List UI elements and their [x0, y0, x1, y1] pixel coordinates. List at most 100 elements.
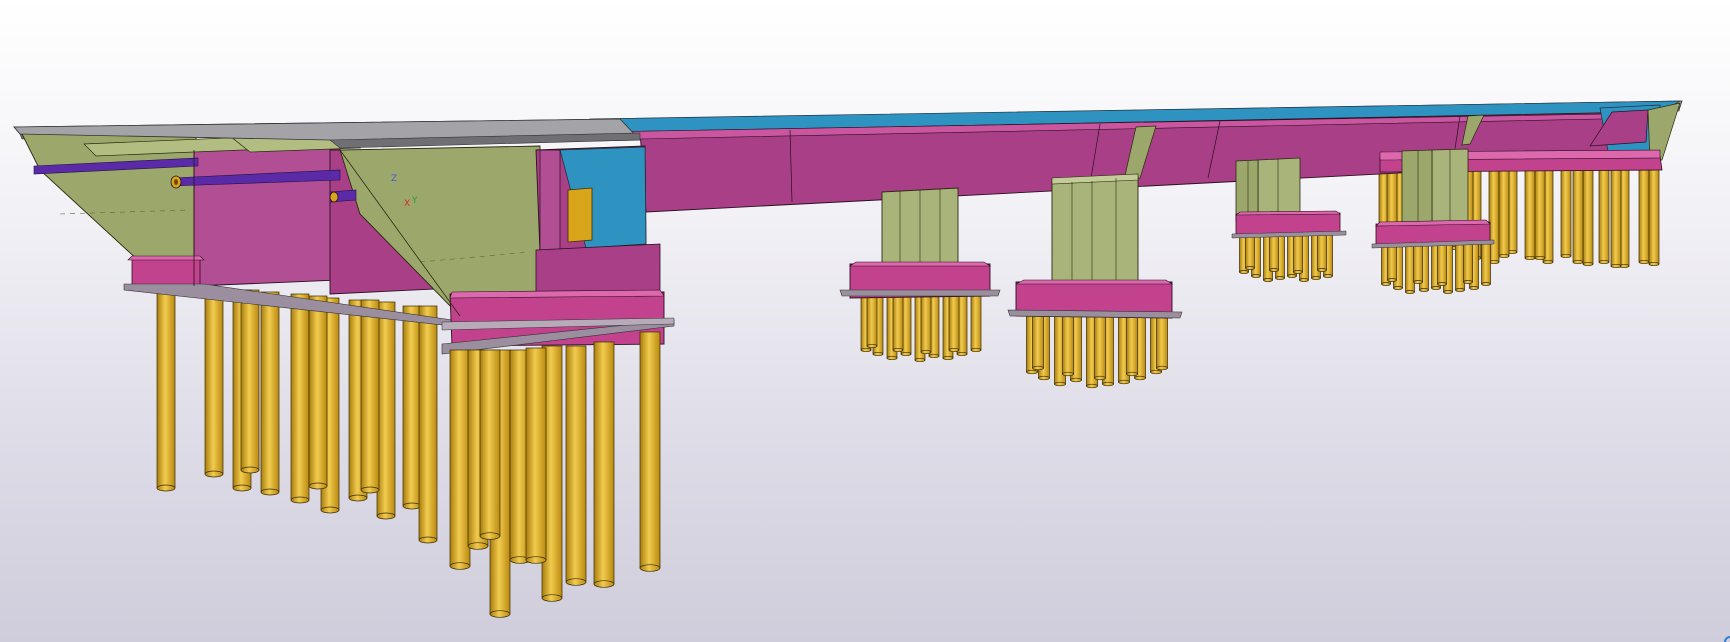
pile-tip [1323, 274, 1333, 278]
pile-tip [449, 562, 471, 570]
pile-tip [639, 564, 661, 572]
pile [1572, 161, 1584, 263]
pile-tip [1118, 379, 1130, 385]
pile-tip [467, 542, 489, 550]
pile-tip [418, 536, 438, 544]
pile [1126, 313, 1138, 375]
axis-y-label: Y [412, 196, 418, 206]
pile-tip [290, 496, 310, 504]
pile [308, 295, 328, 487]
pile-tip [1156, 365, 1168, 371]
pile-tip [1070, 377, 1082, 383]
pile-tip [970, 347, 982, 353]
pile-tip [593, 580, 615, 588]
pile-tip [1469, 286, 1479, 290]
pile [156, 285, 176, 489]
pile-tip [1317, 268, 1327, 272]
pile-tip [1463, 280, 1473, 284]
pile-tip [1239, 270, 1249, 274]
pile [1638, 163, 1650, 263]
pile [1463, 239, 1473, 283]
pile-tip [1498, 253, 1510, 259]
pile [970, 295, 982, 351]
pile-tip [1094, 375, 1106, 381]
pile-tip [1293, 270, 1303, 274]
pile-tip [1126, 371, 1138, 377]
pile-tip [479, 532, 501, 540]
pile-tip [956, 351, 968, 357]
pile-tip [1038, 375, 1050, 381]
pile-tip [1443, 290, 1453, 294]
pile-tip [1419, 288, 1429, 292]
pile [1534, 161, 1546, 259]
pile [1598, 165, 1610, 263]
pier-1[interactable] [839, 187, 1001, 299]
pile-tip [1610, 263, 1622, 269]
pile-tip [1275, 276, 1285, 280]
pile [866, 295, 878, 347]
pile [1094, 315, 1106, 379]
pile-tip [541, 594, 563, 602]
pile-tip [1582, 261, 1594, 267]
pier-4-piles [1381, 239, 1491, 294]
pier-3-piles [1239, 229, 1333, 282]
pile [948, 295, 960, 351]
pile-tip [1026, 369, 1038, 375]
pile-tip [1542, 259, 1554, 265]
pile-tip [1393, 286, 1403, 290]
pile-tip [1263, 278, 1273, 282]
pile [360, 299, 380, 491]
bridge-3d-model[interactable] [0, 0, 1730, 642]
pile [1498, 163, 1510, 257]
pile-tip [1534, 255, 1546, 261]
pier-2[interactable] [1007, 173, 1183, 319]
pile [376, 301, 396, 517]
pile [1413, 241, 1423, 283]
left-abutment-piles-front [449, 331, 661, 618]
pile-tip [1560, 253, 1572, 259]
pile-tip [920, 349, 932, 355]
pile-tip [1054, 381, 1066, 387]
pile-tip [900, 351, 912, 357]
pile [1524, 167, 1536, 259]
pile-tip [402, 502, 422, 510]
pier-2-piles [1026, 313, 1168, 389]
pile-tip [1311, 276, 1321, 280]
pier-1-piles [860, 295, 982, 363]
pile [1437, 239, 1447, 285]
pile [1560, 165, 1572, 257]
pile-tip [525, 556, 547, 564]
pile-tip [565, 578, 587, 586]
view-cube-icon[interactable] [1724, 636, 1730, 642]
pile-tip [1381, 282, 1391, 286]
pile [920, 295, 932, 353]
pile [1387, 241, 1397, 281]
pile-tip [1299, 278, 1309, 282]
pile-tip [156, 484, 176, 492]
pile [593, 341, 615, 585]
pile [1582, 165, 1594, 265]
pile-tip [1413, 280, 1423, 284]
pile-tip [240, 466, 260, 474]
pile-tip [232, 484, 252, 492]
model-viewport[interactable]: Z X Y [0, 0, 1730, 642]
pile-tip [1524, 255, 1536, 261]
pile-tip [1287, 274, 1297, 278]
pile-tip [308, 482, 328, 490]
axis-z-label: Z [391, 174, 398, 184]
pile-tip [860, 347, 872, 353]
pile-tip [914, 357, 926, 363]
pile-tip [1572, 259, 1584, 265]
pile-tip [360, 486, 380, 494]
pile [639, 331, 661, 569]
pile-tip [1437, 282, 1447, 286]
pile [479, 349, 501, 537]
left-abutment[interactable] [13, 118, 675, 355]
pile-tip [942, 355, 954, 361]
pile-tip [1455, 288, 1465, 292]
pile-tip [1245, 266, 1255, 270]
pile-tip [872, 351, 884, 357]
pile [1648, 159, 1660, 265]
pile [565, 345, 587, 583]
pile [402, 305, 422, 507]
